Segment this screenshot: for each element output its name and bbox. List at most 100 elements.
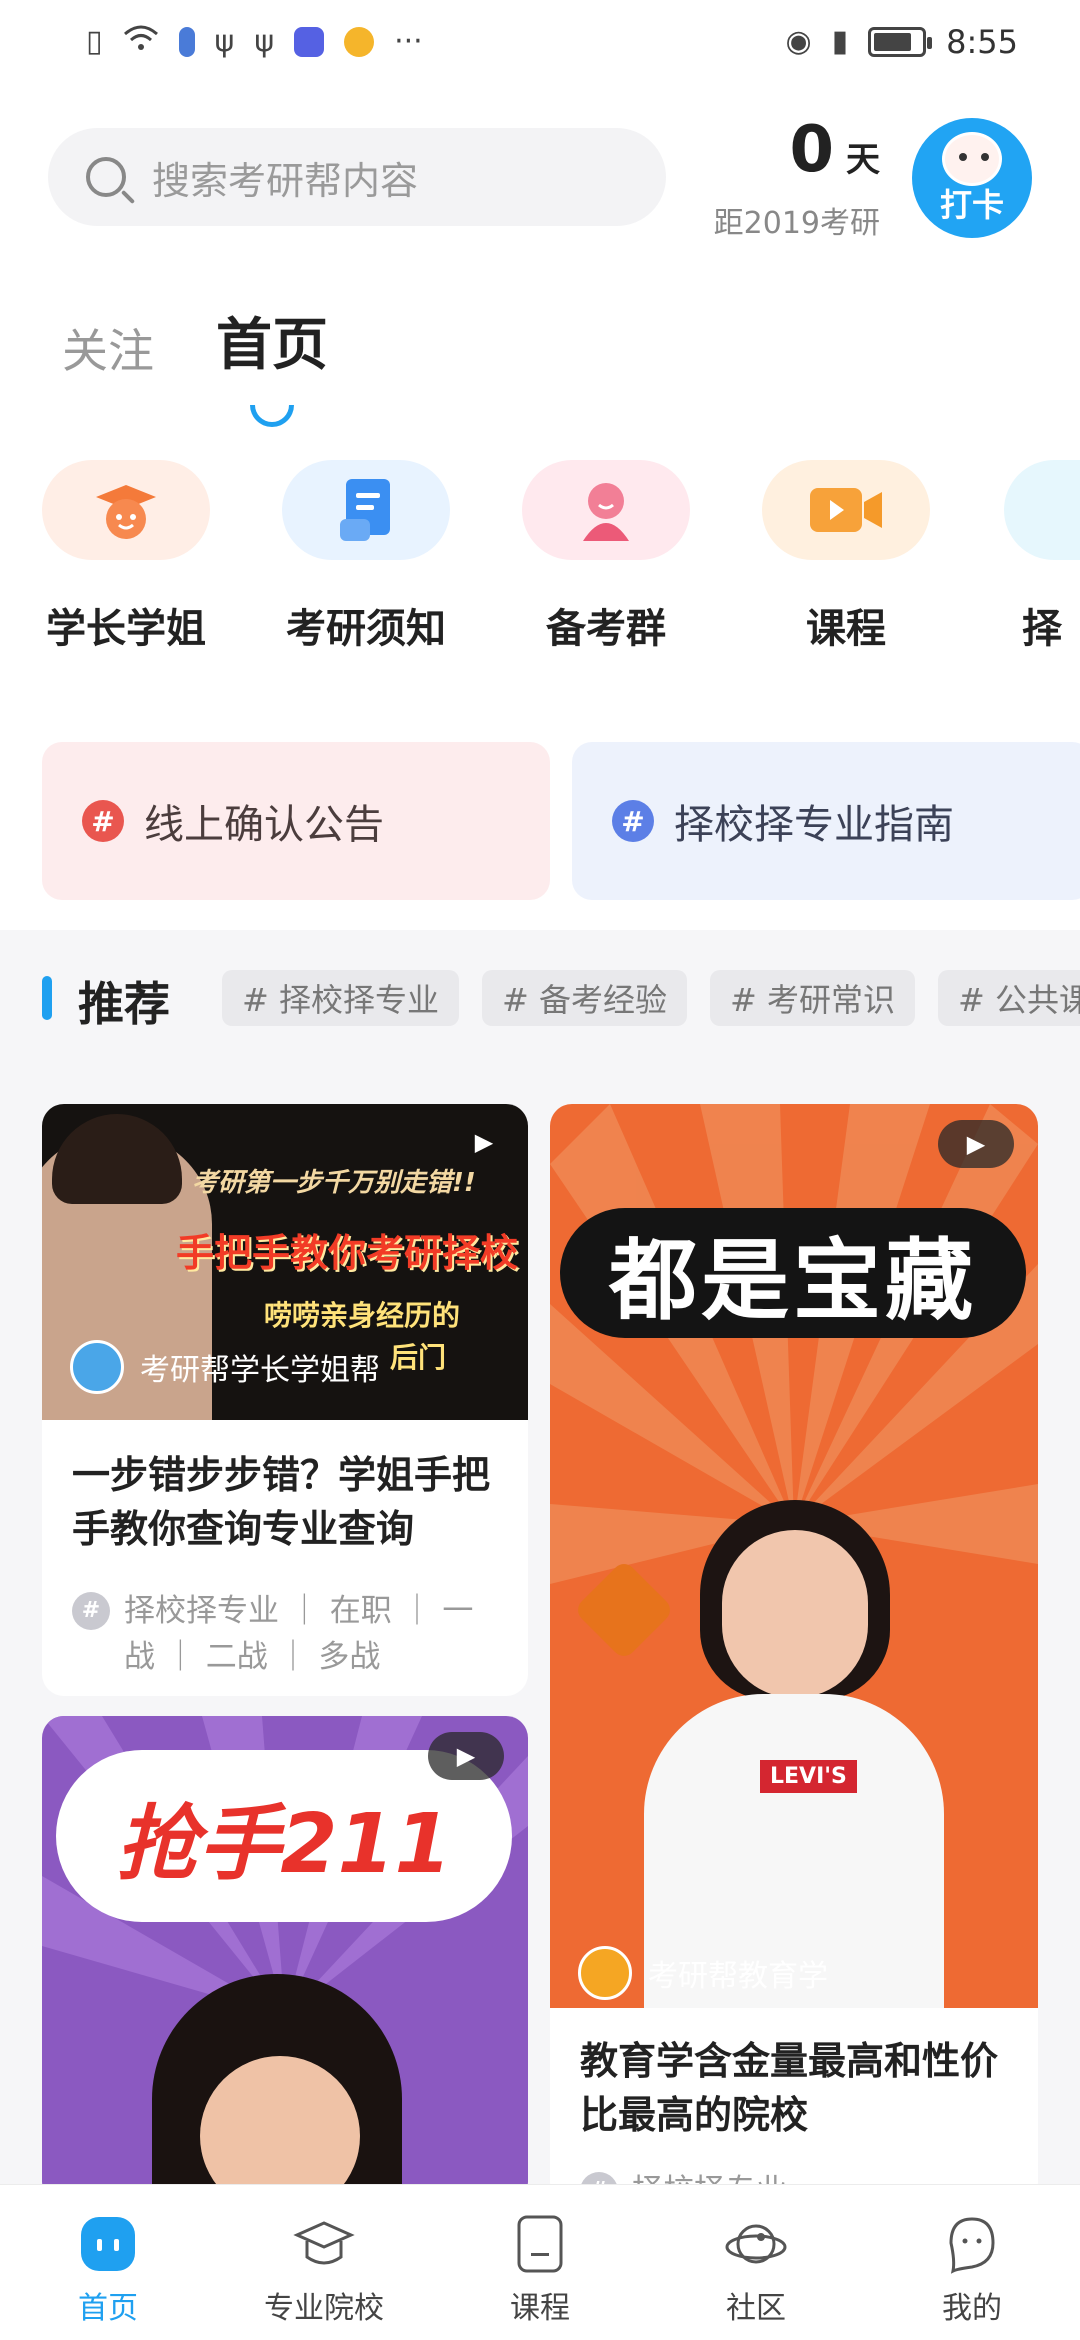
- nav-label: 我的: [942, 2291, 1002, 2326]
- hashtag-icon: #: [72, 1592, 110, 1630]
- recommend-title: 推荐: [78, 977, 170, 1031]
- usb-icon: ψ: [214, 24, 235, 59]
- recommend-marker: [42, 976, 52, 1020]
- music-app-icon: [294, 27, 325, 57]
- recommend-tag[interactable]: # 备考经验: [482, 970, 687, 1026]
- quick-entry-partial[interactable]: 择: [986, 460, 1080, 654]
- tab-home[interactable]: 首页: [216, 300, 328, 427]
- headline-banner: 都是宝藏: [560, 1208, 1026, 1338]
- nav-community[interactable]: 社区: [648, 2185, 864, 2340]
- profile-icon: [941, 2213, 1003, 2275]
- nav-label: 专业院校: [264, 2291, 384, 2326]
- mascot-avatar-icon: [942, 132, 1002, 186]
- author-avatar: [578, 1946, 632, 2000]
- thumbnail-headline: 手把手教你考研择校: [176, 1231, 519, 1275]
- quick-entry-seniors[interactable]: 学长学姐: [26, 460, 226, 654]
- video-thumbnail: 都是宝藏 LEVI'S ▶ 考研帮教育学: [550, 1104, 1038, 2008]
- hashtag-icon: #: [612, 800, 654, 842]
- presenter-face: [200, 2056, 360, 2204]
- more-dots-icon: ···: [394, 24, 423, 59]
- partial-entry-icon: [1004, 460, 1080, 560]
- author-name: 考研帮教育学: [648, 1959, 828, 1994]
- wifi-icon: [123, 24, 159, 60]
- quick-entry-study-group[interactable]: 备考群: [506, 460, 706, 654]
- card-title: 教育学含金量最高和性价比最高的院校: [580, 2039, 999, 2137]
- home-icon: [77, 2213, 139, 2275]
- feed-tabs: 关注 首页: [62, 300, 328, 427]
- status-time: 8:55: [946, 23, 1018, 61]
- topic-online-confirmation[interactable]: # 线上确认公告: [42, 742, 550, 900]
- battery-icon: [868, 27, 933, 57]
- battery-saver-icon: [178, 27, 195, 57]
- card-author: 考研帮教育学: [578, 1946, 828, 2000]
- punch-in-label: 打卡: [939, 186, 1004, 224]
- recommend-tag[interactable]: # 公共课: [938, 970, 1080, 1026]
- search-placeholder: 搜索考研帮内容: [152, 158, 419, 203]
- countdown-label: 距2019考研: [713, 206, 880, 241]
- card-tags: # 择校择专业 ｜ 在职 ｜ 一战 ｜ 二战 ｜ 多战: [72, 1588, 498, 1680]
- quick-entry-label: 课程: [806, 606, 886, 652]
- feed-card[interactable]: 考研第一步千万别走错!! 手把手教你考研择校 唠唠亲身经历的 后门 ▶ 考研帮学…: [42, 1104, 528, 1696]
- video-thumbnail: 考研第一步千万别走错!! 手把手教你考研择校 唠唠亲身经历的 后门 ▶ 考研帮学…: [42, 1104, 528, 1420]
- video-thumbnail: 抢手211 ▶: [42, 1716, 528, 2204]
- nav-label: 社区: [726, 2291, 786, 2326]
- feed-card[interactable]: 抢手211 ▶: [42, 1716, 528, 2204]
- quick-entry-guide[interactable]: 考研须知: [266, 460, 466, 654]
- thumbnail-caption: 考研第一步千万别走错!!: [192, 1168, 476, 1198]
- punch-in-button[interactable]: 打卡: [912, 118, 1032, 238]
- recommend-tag[interactable]: # 择校择专业: [222, 970, 459, 1026]
- status-left-icons: ▯ ψ ψ ···: [86, 24, 423, 60]
- play-icon: ▶: [474, 1128, 494, 1156]
- search-icon: [86, 157, 126, 197]
- eye-comfort-icon: ◉: [785, 24, 812, 59]
- thumbnail-caption: 后门: [390, 1341, 447, 1374]
- usb-icon: ψ: [254, 24, 275, 59]
- exam-countdown: 0 天 距2019考研: [700, 118, 880, 242]
- nav-profile[interactable]: 我的: [864, 2185, 1080, 2340]
- quick-entry-label: 学长学姐: [46, 606, 206, 652]
- group-person-icon: [522, 460, 690, 560]
- quick-entry-row: 学长学姐 考研须知 备考群 课程 择: [0, 460, 1080, 670]
- presenter-hair: [52, 1114, 182, 1204]
- status-bar: ▯ ψ ψ ··· ◉ ▮ 8:55: [0, 0, 1080, 84]
- nav-schools[interactable]: 专业院校: [216, 2185, 432, 2340]
- topic-label: 线上确认公告: [144, 802, 384, 848]
- shirt-logo: LEVI'S: [760, 1760, 857, 1793]
- nav-home[interactable]: 首页: [0, 2185, 216, 2340]
- sim-alert-icon: ▯: [86, 24, 103, 59]
- author-avatar: [70, 1340, 124, 1394]
- tab-home-label: 首页: [216, 313, 328, 378]
- quick-entry-label: 备考群: [546, 606, 666, 652]
- topic-school-guide[interactable]: # 择校择专业指南: [572, 742, 1080, 900]
- graduation-hat-icon: [293, 2213, 355, 2275]
- nav-courses[interactable]: 课程: [432, 2185, 648, 2340]
- quick-entry-label: 择: [1022, 606, 1062, 652]
- status-right-icons: ◉ ▮ 8:55: [785, 23, 1018, 61]
- quick-entry-label: 考研须知: [286, 606, 446, 652]
- play-icon: ▶: [938, 1120, 1014, 1168]
- community-planet-icon: [725, 2213, 787, 2275]
- feed-card[interactable]: 都是宝藏 LEVI'S ▶ 考研帮教育学 教育学含金量最高和性价比最高的院校 #…: [550, 1104, 1038, 2204]
- play-icon: ▶: [428, 1732, 504, 1780]
- thumbnail-headline: 抢手211: [116, 1796, 452, 1892]
- weibo-icon: [344, 27, 375, 57]
- tab-active-indicator: [250, 405, 294, 427]
- search-bar[interactable]: 搜索考研帮内容: [48, 128, 666, 226]
- card-tags-text: 择校择专业 ｜ 在职 ｜ 一战 ｜ 二战 ｜ 多战: [124, 1593, 474, 1675]
- author-name: 考研帮学长学姐帮: [140, 1353, 380, 1388]
- video-camera-icon: [762, 460, 930, 560]
- recommend-tag[interactable]: # 考研常识: [710, 970, 915, 1026]
- thumbnail-caption: 唠唠亲身经历的: [264, 1299, 461, 1332]
- document-icon: [282, 460, 450, 560]
- recommend-bar: 推荐 # 择校择专业 # 备考经验 # 考研常识 # 公共课: [0, 930, 1080, 1064]
- card-author: 考研帮学长学姐帮: [70, 1340, 380, 1394]
- thumbnail-headline: 都是宝藏: [608, 1228, 977, 1332]
- presenter-face: [722, 1530, 868, 1698]
- countdown-unit: 天: [846, 140, 880, 180]
- graduation-cap-icon: [42, 460, 210, 560]
- vibrate-icon: ▮: [831, 24, 849, 59]
- hashtag-icon: #: [82, 800, 124, 842]
- tab-follow[interactable]: 关注: [62, 315, 154, 381]
- quick-entry-courses[interactable]: 课程: [746, 460, 946, 654]
- countdown-number: 0: [789, 113, 834, 187]
